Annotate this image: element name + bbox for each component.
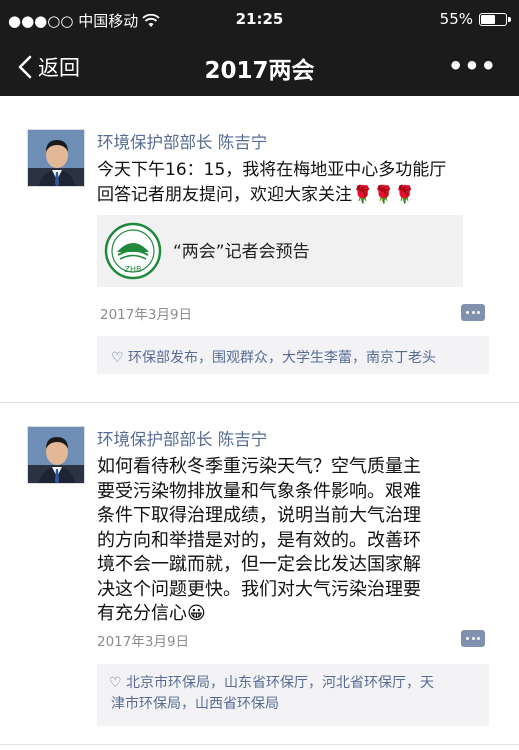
author-portrait [28, 130, 84, 186]
post-text-line: 条件下取得治理成绩，说明当前大气治理 [97, 505, 421, 526]
likes-names[interactable]: ♡ 环保部发布，围观群众，大学生李蕾，南京丁老头 [111, 350, 436, 366]
post-text-line: 如何看待秋冬季重污染天气？空气质量主 [97, 456, 421, 477]
zhb-logo: ZHB [104, 222, 162, 280]
avatar[interactable] [27, 129, 85, 187]
post-date: 2017年3月9日 [100, 307, 193, 323]
post-text: 如何看待秋冬季重污染天气？空气质量主 要受污染物排放量和气象条件影响。艰难 条件… [97, 455, 421, 627]
avatar[interactable] [27, 426, 85, 484]
likes-list: ♡ 北京市环保局，山东省环保厅，河北省环保厅，天 津市环保局，山西省环保局 [97, 664, 489, 726]
comment-button[interactable] [461, 304, 485, 321]
post-divider [0, 744, 519, 745]
post-text-line: 今天下午16：15，我将在梅地亚中心多功能厅 [97, 160, 447, 180]
likes-names[interactable]: ♡ 北京市环保局，山东省环保厅，河北省环保厅，天 [109, 673, 481, 694]
battery-icon [479, 12, 511, 26]
shared-link-card[interactable]: ZHB “两会”记者会预告 [97, 215, 463, 287]
post-divider [0, 402, 519, 403]
nav-bar: 返回 2017两会 ••• [0, 38, 519, 96]
post-text: 今天下午16：15，我将在梅地亚中心多功能厅 回答记者朋友提问，欢迎大家关注🌹🌹… [97, 158, 446, 208]
shared-link-title: “两会”记者会预告 [173, 242, 310, 262]
likes-names[interactable]: 津市环保局，山西省环保局 [109, 694, 481, 715]
post-text-line: 回答记者朋友提问，欢迎大家关注🌹🌹🌹 [97, 185, 416, 205]
battery-percent: 55% [439, 10, 473, 28]
comment-button[interactable] [461, 630, 485, 647]
post-text-line: 有充分信心😀 [97, 603, 206, 624]
post-text-line: 决这个问题更快。我们对大气污染治理要 [97, 578, 421, 600]
author-portrait [28, 427, 84, 483]
author-name[interactable]: 环境保护部部长 陈吉宁 [97, 426, 267, 450]
post-date: 2017年3月9日 [97, 634, 190, 650]
post-text-line: 的方向和举措是对的，是有效的。改善环 [97, 529, 421, 551]
status-bar: ●●●○○ 中国移动 21:25 55% [0, 0, 519, 38]
author-name[interactable]: 环境保护部部长 陈吉宁 [97, 129, 267, 153]
logo-text: ZHB [125, 265, 142, 274]
page-title: 2017两会 [204, 58, 315, 84]
post-text-line: 要受污染物排放量和气象条件影响。艰难 [97, 480, 421, 502]
battery-level [481, 14, 496, 24]
likes-list: ♡ 环保部发布，围观群众，大学生李蕾，南京丁老头 [97, 336, 489, 374]
post-text-line: 境不会一蹴而就，但一定会比发达国家解 [97, 554, 421, 575]
more-options-button[interactable]: ••• [448, 52, 497, 80]
battery-status: 55% [439, 10, 511, 28]
